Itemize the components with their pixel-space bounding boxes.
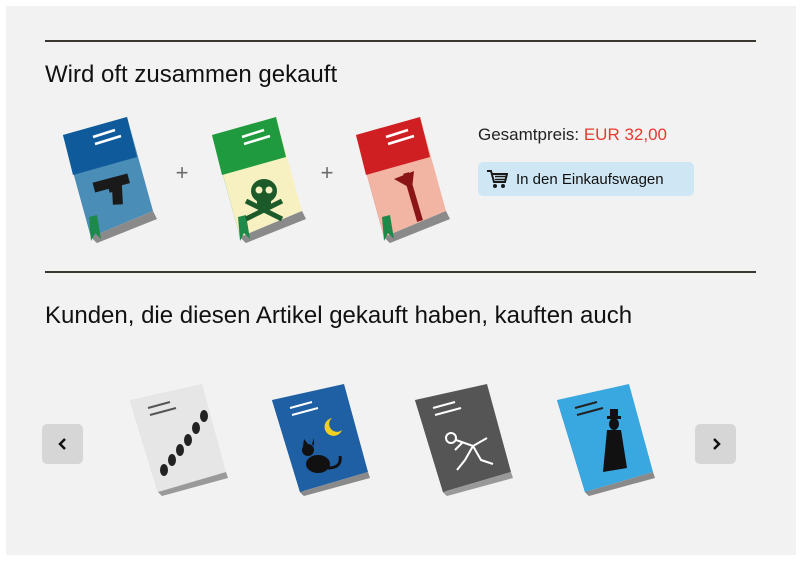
chevron-right-icon [712,438,721,450]
recommended-book-1[interactable] [126,380,236,498]
total-price-value: EUR 32,00 [583,125,667,144]
fbt-book-1[interactable] [57,115,167,245]
recommended-book-4[interactable] [553,380,663,498]
section-divider [45,40,756,42]
customers-also-bought-title: Kunden, die diesen Artikel gekauft haben… [45,302,633,329]
carousel-next-button[interactable] [695,424,736,464]
plus-sign: + [320,160,334,185]
carousel-prev-button[interactable] [42,424,83,464]
chevron-left-icon [57,438,66,450]
recommended-book-2[interactable] [268,380,378,498]
cart-icon [487,170,508,188]
total-price: Gesamtpreis: EUR 32,00 [478,125,667,145]
plus-sign: + [175,160,189,185]
add-to-cart-label: In den Einkaufswagen [516,170,664,188]
fbt-book-2[interactable] [206,115,316,245]
add-to-cart-button[interactable]: In den Einkaufswagen [478,162,694,196]
frequently-bought-together-title: Wird oft zusammen gekauft [45,61,338,88]
total-price-label: Gesamtpreis: [478,125,580,144]
fbt-book-3[interactable] [350,115,460,245]
section-divider [45,271,756,273]
recommended-book-3[interactable] [411,380,521,498]
